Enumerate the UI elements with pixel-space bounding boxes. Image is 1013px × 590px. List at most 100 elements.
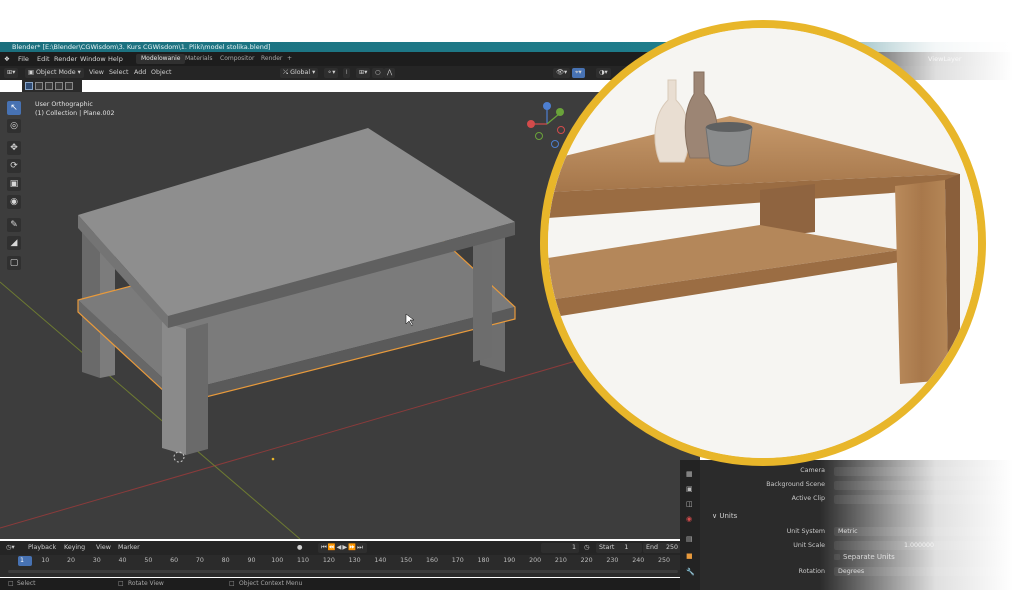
timeline-header: ◷▾ Playback Keying View Marker ● ⏮⏪◀▶⏩⏭ …	[0, 541, 700, 555]
header-add[interactable]: Add	[134, 66, 146, 80]
rotation-label: Rotation	[798, 568, 825, 575]
active-clip-field[interactable]	[834, 495, 1008, 504]
reference-photo-circle	[540, 20, 986, 466]
orientation-dropdown[interactable]: ⤯ Global ▾	[280, 68, 319, 78]
blender-logo-icon[interactable]: ❖	[4, 52, 10, 66]
camera-field[interactable]	[834, 467, 1008, 476]
timeline-tick: 20	[66, 557, 75, 564]
proportional-toggle[interactable]: ○	[372, 68, 384, 78]
annotate-tool-icon[interactable]: ✎	[7, 218, 21, 232]
start-label: Start	[599, 544, 615, 551]
add-workspace-button[interactable]: +	[282, 54, 297, 64]
units-header-label: Units	[719, 512, 738, 520]
status-select: Select	[17, 580, 36, 587]
timeline-tick: 200	[529, 557, 542, 564]
cursor-tool-icon[interactable]: ◎	[7, 119, 21, 133]
timeline-tick: 40	[118, 557, 127, 564]
falloff-dropdown[interactable]: ⋀	[384, 68, 396, 78]
tab-modelowanie[interactable]: Modelowanie	[136, 54, 186, 64]
transform-tool-icon[interactable]: ◉	[7, 195, 21, 209]
timeline-tick: 150	[400, 557, 413, 564]
editor-type-icon[interactable]: ⊞▾	[4, 68, 19, 78]
unit-scale-label: Unit Scale	[793, 542, 825, 549]
timeline-marker[interactable]: Marker	[118, 541, 140, 555]
menu-render[interactable]: Render	[54, 52, 77, 66]
timeline-editor-icon[interactable]: ◷▾	[6, 541, 15, 555]
timeline-ruler[interactable]: 1 10 20 30 40 50 60 70 80 90 100 110 120 130 140 150 160…	[0, 555, 700, 577]
table-leg-front-left-side	[186, 323, 208, 455]
tab-compositor[interactable]: Compositor	[215, 54, 259, 64]
background-scene-field[interactable]	[834, 481, 1008, 490]
start-frame-field[interactable]: Start 1	[596, 543, 642, 553]
gizmo-neg-y-icon[interactable]	[535, 132, 543, 140]
object-tab-icon[interactable]: ■	[686, 552, 693, 560]
timeline-tick: 50	[144, 557, 153, 564]
current-frame-field[interactable]: 1	[541, 543, 579, 553]
rotation-dropdown[interactable]: Degrees	[834, 567, 1008, 576]
unit-system-dropdown[interactable]: Metric	[834, 527, 1008, 536]
select-extend-icon[interactable]	[35, 82, 43, 90]
header-view[interactable]: View	[89, 66, 104, 80]
start-value: 1	[624, 544, 629, 551]
timeline-scrollbar[interactable]	[8, 570, 678, 573]
photo-bowl-rim	[706, 122, 752, 132]
move-tool-icon[interactable]: ✥	[7, 141, 21, 155]
header-select[interactable]: Select	[109, 66, 128, 80]
mouse-right-icon: □	[229, 580, 235, 587]
scene-tab-icon[interactable]: ◉	[686, 515, 692, 523]
end-value: 250	[665, 544, 679, 551]
snap-toggle[interactable]: ⧙	[343, 68, 351, 78]
header-object[interactable]: Object	[151, 66, 172, 80]
timeline-tick: 180	[477, 557, 490, 564]
scale-tool-icon[interactable]: ▣	[7, 177, 21, 191]
measure-tool-icon[interactable]: ◢	[7, 236, 21, 250]
end-label: End	[646, 544, 658, 551]
gizmo-toggle[interactable]: ⌖▾	[572, 68, 585, 78]
gizmo-x-icon[interactable]	[527, 120, 535, 128]
separate-units-checkbox[interactable]	[834, 554, 840, 560]
snap-dropdown[interactable]: ⊞▾	[356, 68, 371, 78]
gizmo-z-icon[interactable]	[543, 102, 551, 110]
status-context: Object Context Menu	[239, 580, 303, 587]
timeline-tick: 220	[580, 557, 593, 564]
timeline-tick: 210	[554, 557, 567, 564]
status-rotate: Rotate View	[128, 580, 164, 587]
record-button[interactable]: ●	[297, 541, 303, 555]
menu-window[interactable]: Window	[80, 52, 106, 66]
photo-right-leg	[895, 180, 948, 384]
unit-scale-field[interactable]: 1.000000	[834, 541, 1004, 550]
select-intersect-icon[interactable]	[65, 82, 73, 90]
select-subtract-icon[interactable]	[45, 82, 53, 90]
menu-help[interactable]: Help	[108, 52, 123, 66]
timeline-tick: 10	[41, 557, 50, 564]
timeline-view[interactable]: View	[96, 541, 111, 555]
tab-materials[interactable]: Materials	[180, 54, 218, 64]
units-panel-header[interactable]: ∨ Units	[712, 512, 737, 520]
visibility-dropdown[interactable]: 👁▾	[553, 68, 571, 78]
overlay-toggle[interactable]: ◑▾	[596, 68, 611, 78]
timeline-tick: 1	[20, 557, 25, 564]
viewlayer-label[interactable]: ViewLayer	[928, 52, 962, 66]
unit-system-label: Unit System	[786, 528, 825, 535]
pivot-dropdown[interactable]: ⚬▾	[324, 68, 339, 78]
timeline-tick: 240	[632, 557, 645, 564]
mode-dropdown[interactable]: ▣ Object Mode ▾	[25, 68, 84, 78]
select-tool-icon[interactable]: ↖	[7, 101, 21, 115]
timeline-keying[interactable]: Keying	[64, 541, 85, 555]
timeline-playback[interactable]: Playback	[28, 541, 56, 555]
gizmo-neg-x-icon[interactable]	[557, 126, 565, 134]
timeline-tick: 60	[170, 557, 179, 564]
timeline-tick: 130	[348, 557, 361, 564]
gizmo-y-icon[interactable]	[556, 108, 564, 116]
mouse-middle-icon: □	[118, 580, 124, 587]
mouse-left-icon: □	[8, 580, 14, 587]
select-new-icon[interactable]	[25, 82, 33, 90]
gizmo-neg-z-icon[interactable]	[551, 140, 559, 148]
rotate-tool-icon[interactable]: ⟳	[7, 159, 21, 173]
select-invert-icon[interactable]	[55, 82, 63, 90]
add-cube-tool-icon[interactable]: ▢	[7, 256, 21, 270]
playback-controls[interactable]: ⏮⏪◀▶⏩⏭	[318, 543, 367, 553]
timeline-tick: 120	[322, 557, 335, 564]
menu-edit[interactable]: Edit	[37, 52, 50, 66]
menu-file[interactable]: File	[18, 52, 29, 66]
